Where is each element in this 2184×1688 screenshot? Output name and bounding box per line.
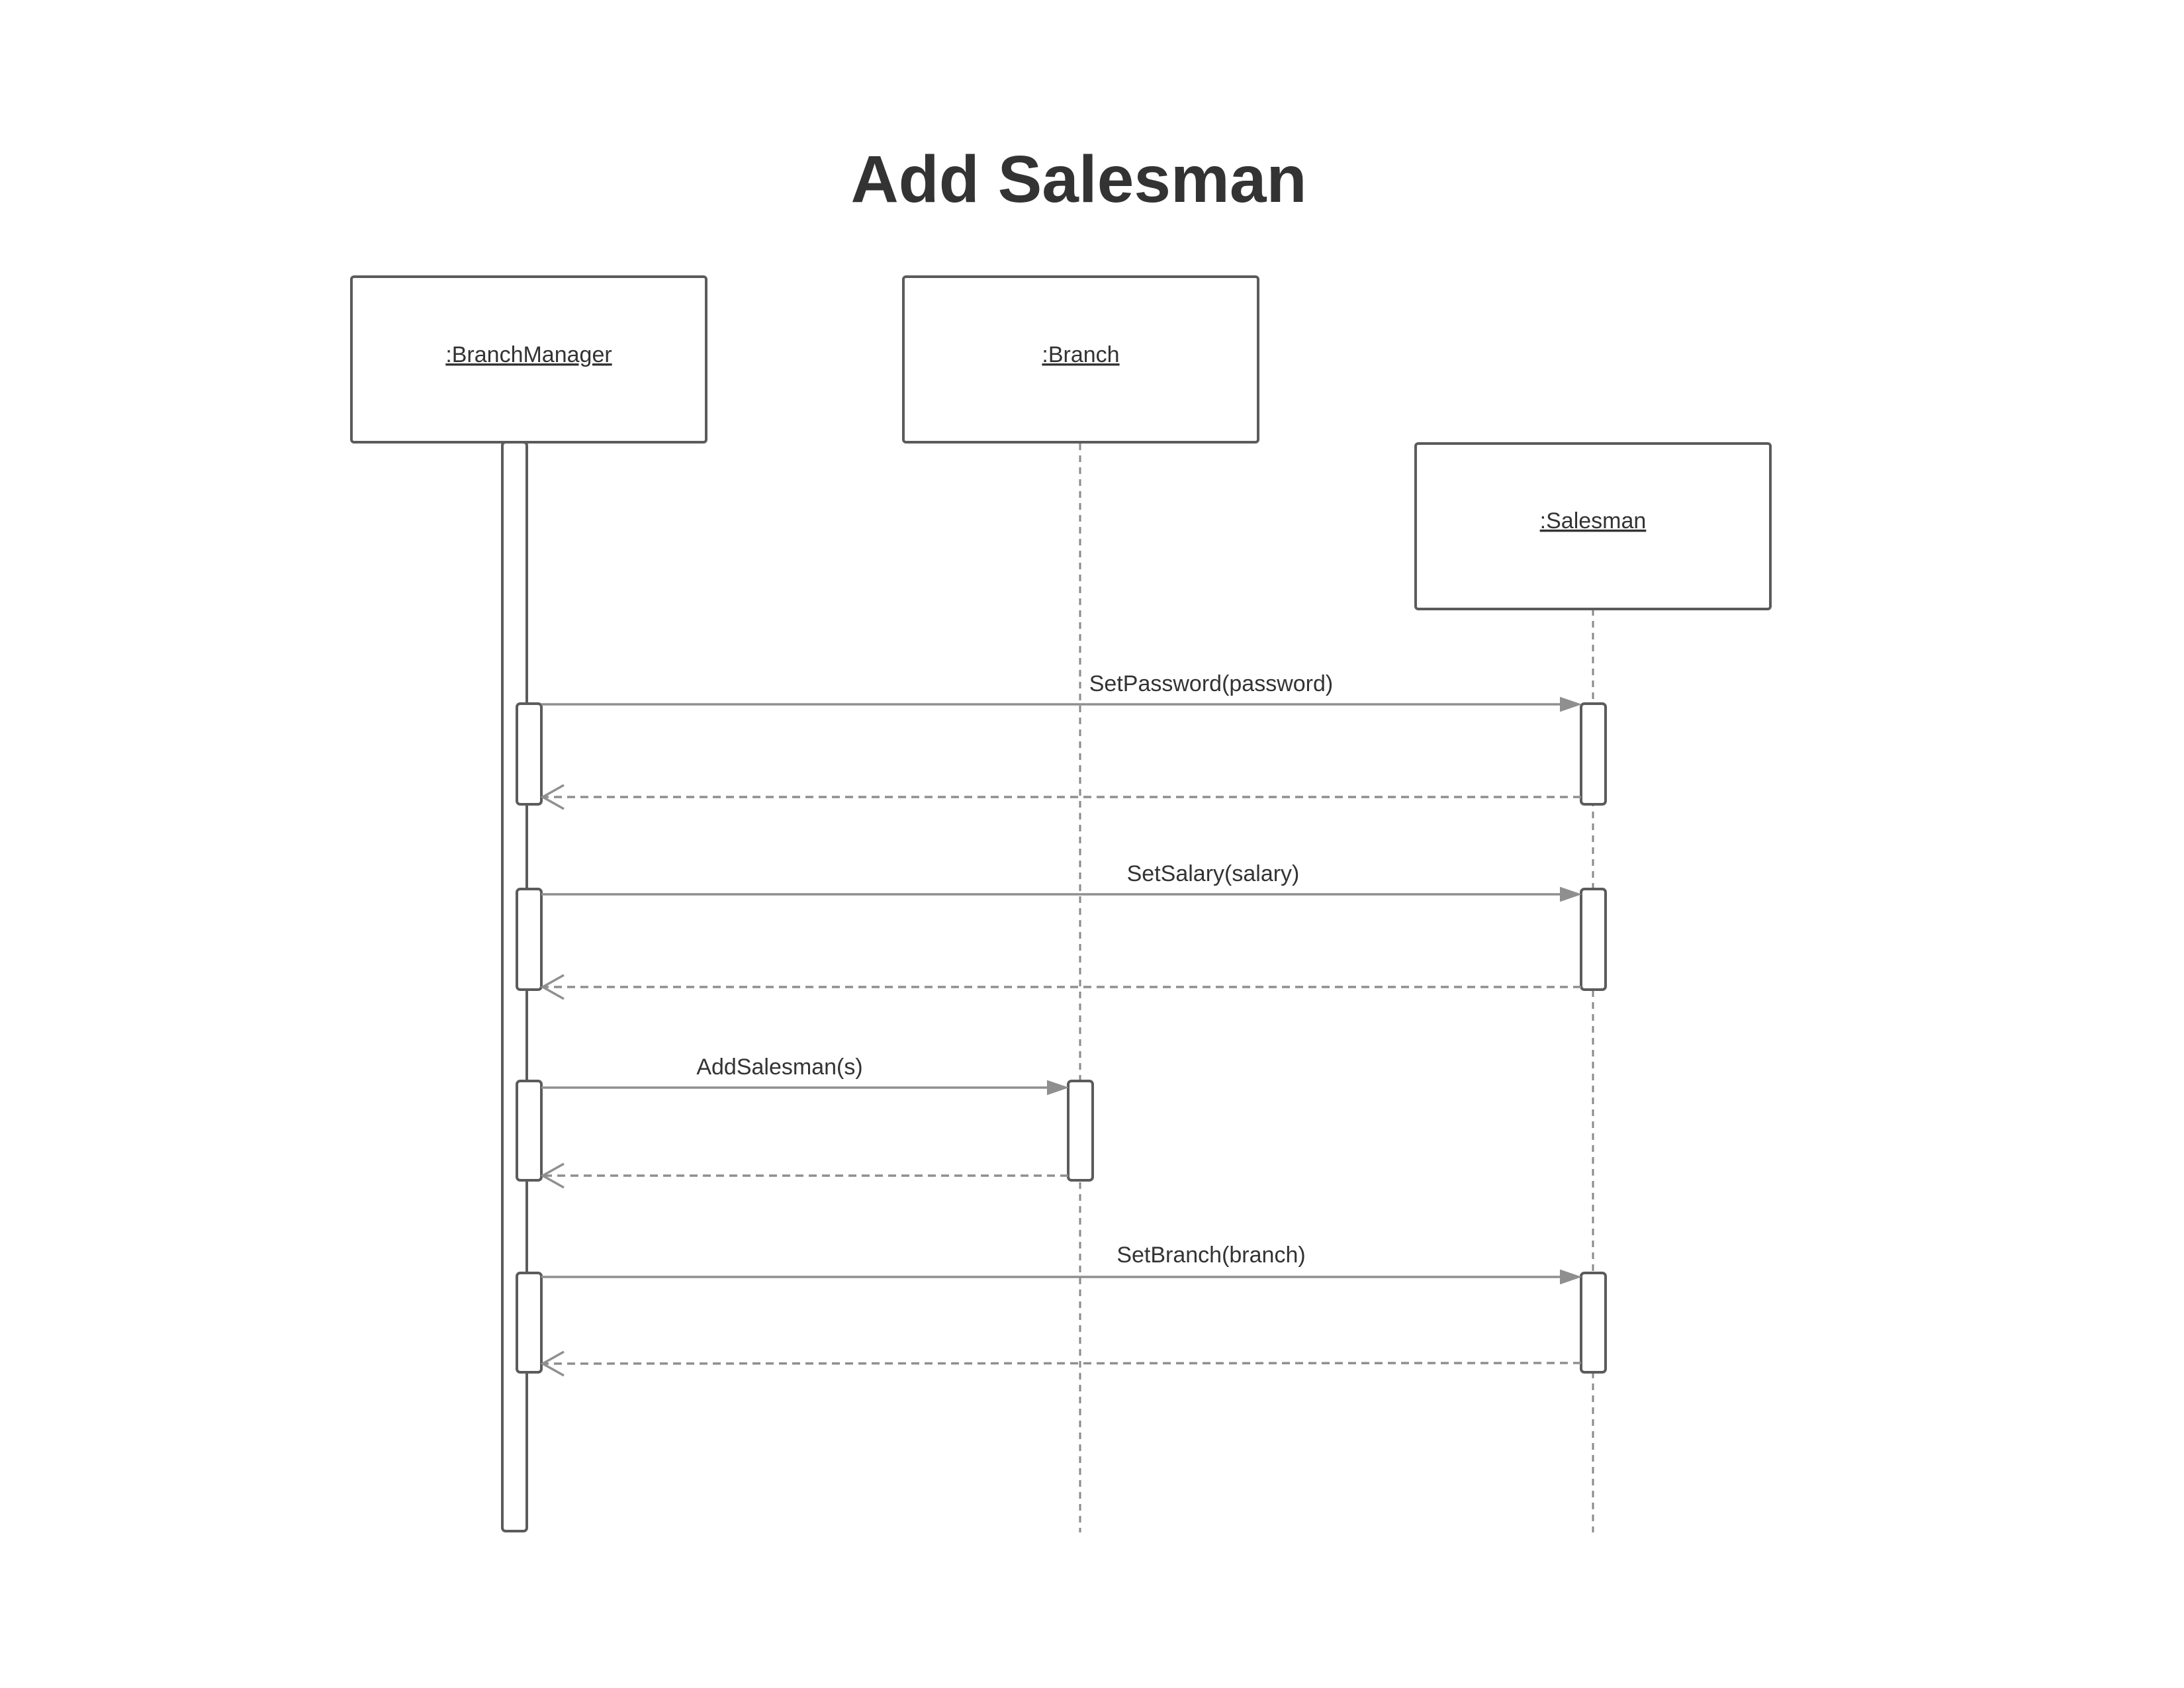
activation-bar: [516, 888, 543, 991]
participant-label: :Salesman: [1540, 508, 1647, 534]
return-arrow: [543, 1362, 1582, 1365]
message-add-salesman[interactable]: AddSalesman(s): [516, 1055, 1094, 1189]
message-set-salary[interactable]: SetSalary(salary): [516, 861, 1607, 1000]
arrow-head: [1560, 886, 1582, 902]
activation-bar: [1580, 702, 1607, 806]
activation-bar: [1580, 888, 1607, 991]
participant-label: :BranchManager: [445, 342, 612, 367]
participant-salesman[interactable]: :Salesman: [1414, 442, 1772, 610]
diagram-title: Add Salesman: [850, 142, 1306, 216]
arrow-head: [1047, 1080, 1069, 1096]
message-set-password[interactable]: SetPassword(password): [516, 671, 1607, 810]
activation-bar: [516, 1080, 543, 1182]
activation-bar: [1580, 1272, 1607, 1374]
message-label: SetPassword(password): [1089, 671, 1333, 696]
participant-branch-manager[interactable]: :BranchManager: [350, 275, 707, 444]
sequence-diagram: Add Salesman :BranchManager :Branch :Sal…: [350, 142, 1772, 1532]
arrow-head: [1560, 1269, 1582, 1285]
arrow-head: [1560, 696, 1582, 712]
message-label: SetSalary(salary): [1127, 861, 1300, 886]
activation-bar: [516, 1272, 543, 1374]
activation-bar: [1067, 1080, 1094, 1182]
message-set-branch[interactable]: SetBranch(branch): [516, 1243, 1607, 1377]
activation-bar: [516, 702, 543, 806]
participant-branch[interactable]: :Branch: [902, 275, 1259, 444]
participant-label: :Branch: [1042, 342, 1119, 367]
message-label: SetBranch(branch): [1116, 1243, 1305, 1268]
message-label: AddSalesman(s): [696, 1055, 862, 1080]
